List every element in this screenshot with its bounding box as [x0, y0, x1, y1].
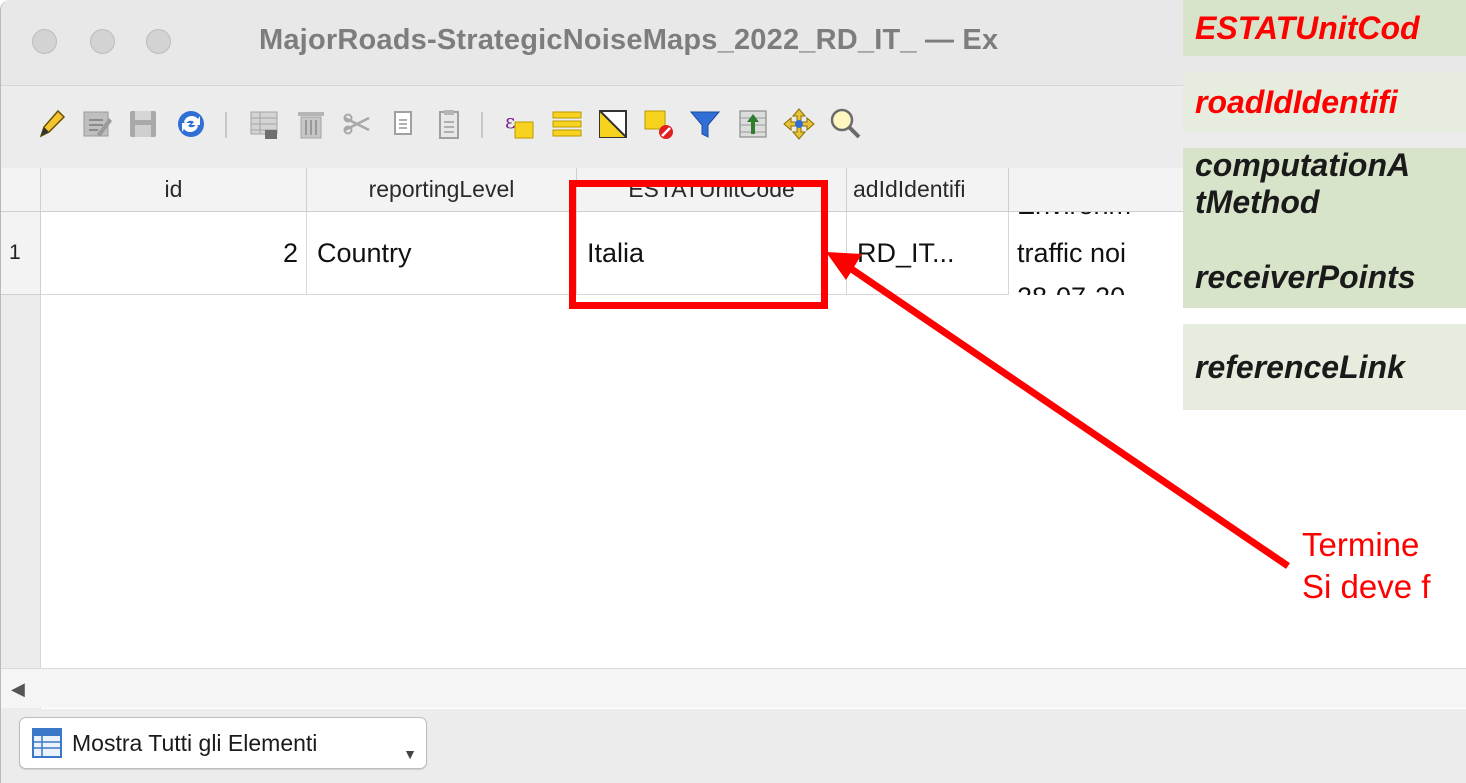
cell-id[interactable]: 2	[41, 212, 307, 295]
save-icon[interactable]	[125, 106, 161, 142]
cell-description-line-1: Environm	[1017, 212, 1131, 221]
filter-icon[interactable]	[687, 106, 723, 142]
delete-icon[interactable]	[293, 106, 329, 142]
select-all-icon[interactable]	[549, 106, 585, 142]
panel-row-receiverpoints: receiverPoints	[1183, 246, 1466, 308]
refresh-icon[interactable]	[173, 106, 209, 142]
minimize-window-button[interactable]	[90, 29, 115, 54]
cut-icon[interactable]	[339, 106, 375, 142]
deselect-icon[interactable]	[641, 106, 677, 142]
row-number[interactable]: 1	[1, 212, 41, 295]
column-header-adididentifier[interactable]: adIdIdentifi	[847, 168, 1009, 212]
panel-row-roadididentifier: roadIdIdentifi	[1183, 72, 1466, 132]
cell-adididentifier[interactable]: RD_IT...	[847, 212, 1009, 295]
panel-row-computationmethod-2: tMethod	[1183, 184, 1466, 246]
close-window-button[interactable]	[32, 29, 57, 54]
bottom-bar: Mostra Tutti gli Elementi ▼	[1, 709, 1466, 783]
table-view-icon	[32, 728, 62, 758]
panel-row-estatunitcode: ESTATUnitCod	[1183, 0, 1466, 56]
column-header-description[interactable]	[1009, 168, 1189, 212]
cell-description-line-2: traffic noi	[1017, 238, 1127, 268]
maximize-window-button[interactable]	[146, 29, 171, 54]
horizontal-scrollbar[interactable]: ◀	[1, 668, 1466, 708]
window-title: MajorRoads-StrategicNoiseMaps_2022_RD_IT…	[259, 24, 999, 56]
svg-text:ε: ε	[505, 109, 515, 133]
cell-description-line-3: 28-07-20	[1017, 282, 1125, 295]
pan-to-icon[interactable]	[781, 106, 817, 142]
show-all-label: Mostra Tutti gli Elementi	[72, 729, 318, 756]
expression-select-icon[interactable]: ε	[501, 106, 537, 142]
panel-row-referencelink: referenceLink	[1183, 324, 1466, 410]
copy-icon[interactable]	[385, 106, 421, 142]
invert-selection-icon[interactable]	[595, 106, 631, 142]
show-all-features-dropdown[interactable]: Mostra Tutti gli Elementi ▼	[19, 717, 427, 769]
table-corner	[1, 168, 41, 212]
column-header-reportinglevel[interactable]: reportingLevel	[307, 168, 577, 212]
add-row-icon[interactable]	[247, 106, 283, 142]
multi-edit-icon[interactable]	[79, 106, 115, 142]
cell-reportinglevel[interactable]: Country	[307, 212, 577, 295]
row-gutter	[1, 295, 41, 718]
move-top-icon[interactable]	[735, 106, 771, 142]
pencil-icon[interactable]	[33, 106, 69, 142]
highlight-box	[569, 180, 828, 309]
field-list-panel: ESTATUnitCod roadIdIdentifi computationA…	[1183, 0, 1466, 410]
annotation-text-line-1: Termine	[1302, 526, 1420, 563]
paste-icon[interactable]	[431, 106, 467, 142]
scroll-left-icon[interactable]: ◀	[11, 679, 25, 700]
annotation-text-line-2: Si deve f	[1302, 568, 1431, 605]
column-header-id[interactable]: id	[41, 168, 307, 212]
cell-description[interactable]: Environm traffic noi 28-07-20	[1009, 212, 1199, 295]
panel-row-computationmethod-1: computationA	[1183, 148, 1466, 184]
chevron-down-icon: ▼	[403, 746, 417, 762]
zoom-to-icon[interactable]	[827, 106, 863, 142]
